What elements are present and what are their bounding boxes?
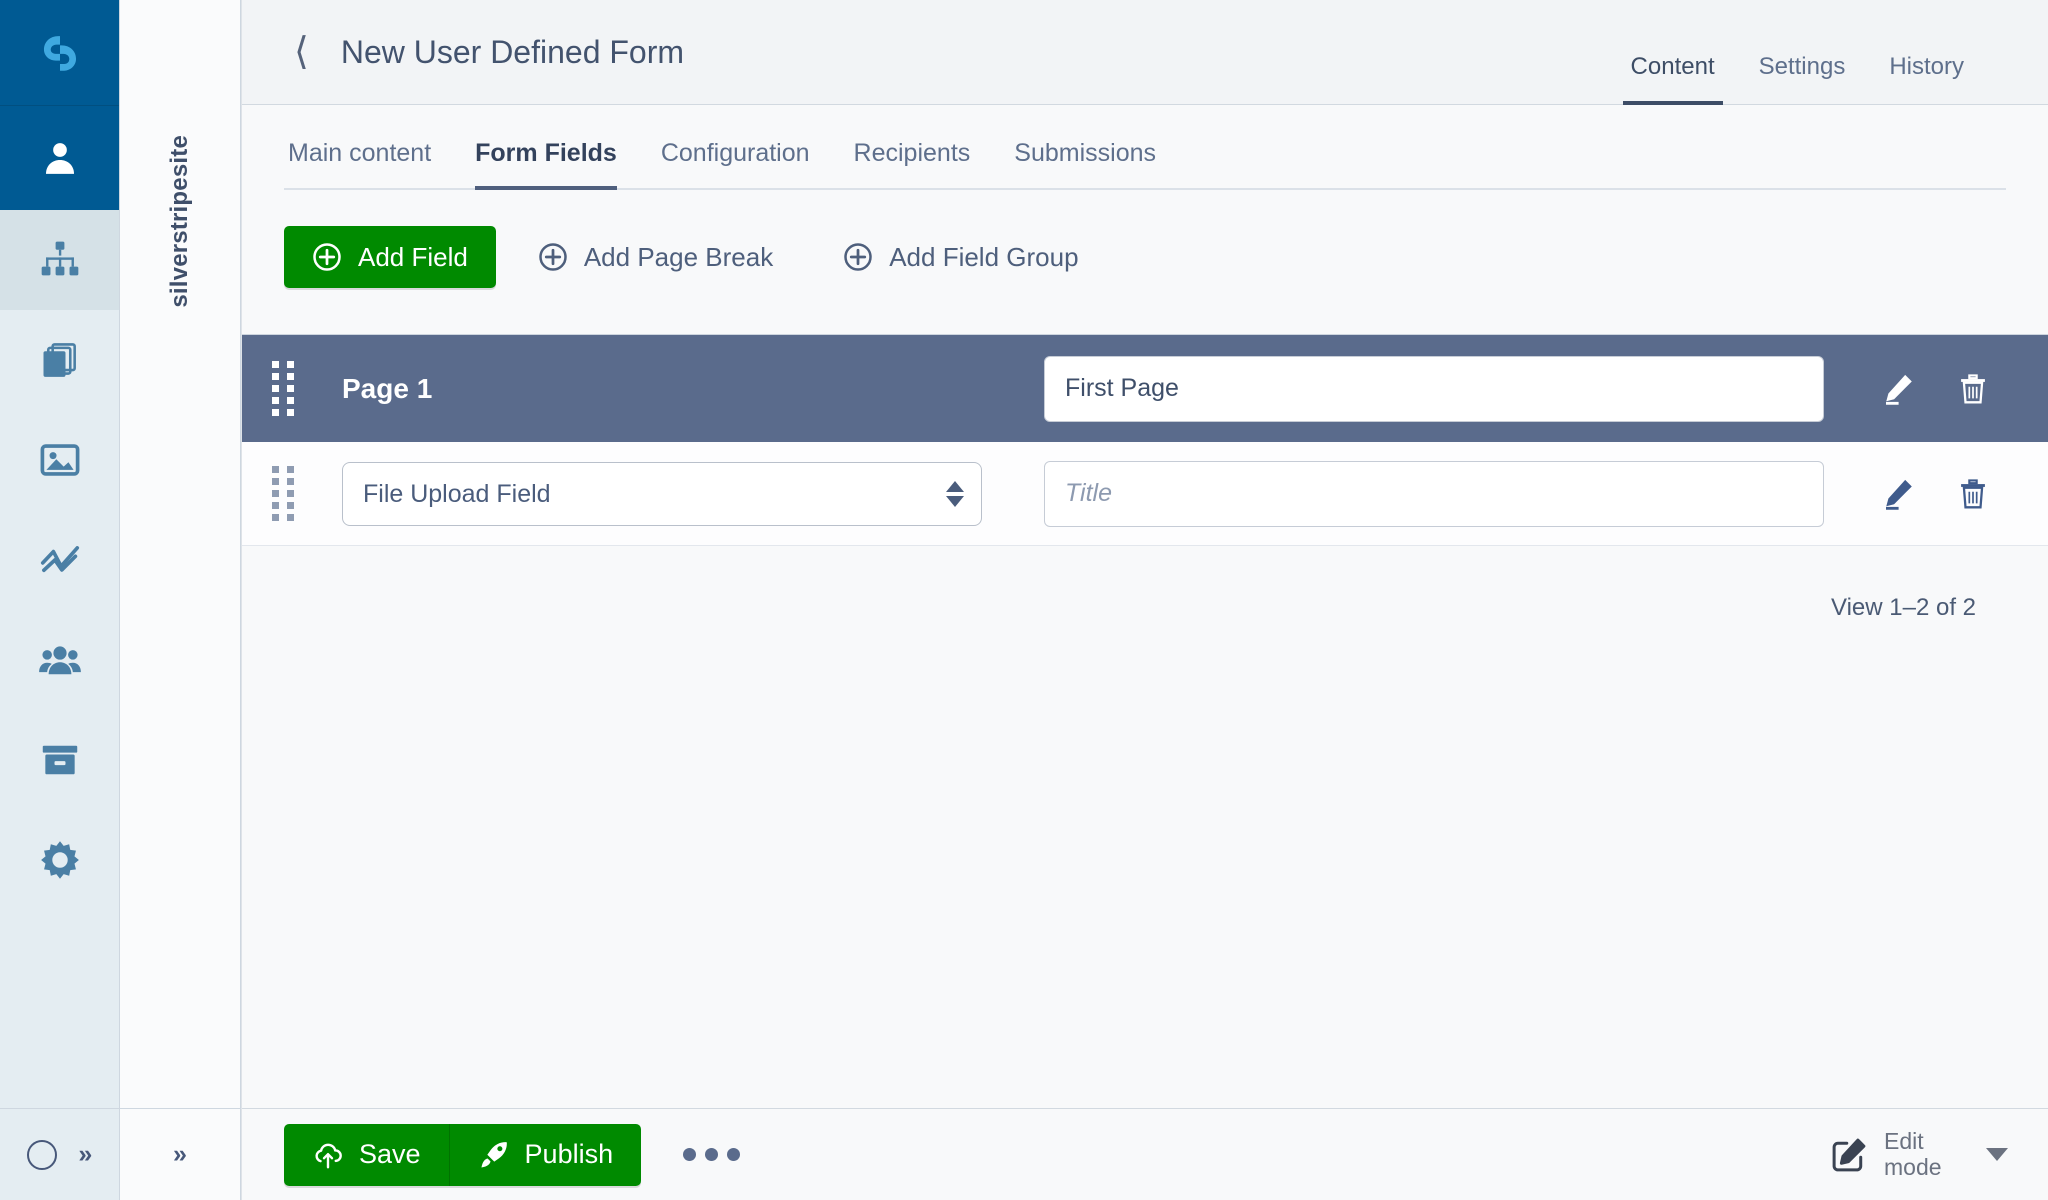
gear-icon xyxy=(38,838,82,882)
archive-box-icon xyxy=(38,738,82,782)
rocket-icon xyxy=(478,1139,510,1171)
cms-application: » silverstripesite » ⟨ New User Defined … xyxy=(0,0,2048,1200)
edit-mode-label: Edit mode xyxy=(1884,1129,1956,1181)
delete-field-button[interactable] xyxy=(1956,477,1990,511)
sub-tab-bar-wrap: Main content Form Fields Configuration R… xyxy=(242,105,2048,190)
trash-icon xyxy=(1956,372,1990,406)
tab-history[interactable]: History xyxy=(1867,55,1986,105)
bottom-toolbar: Save Publish Edit mode xyxy=(242,1108,2048,1200)
rail-expand-icon[interactable]: » xyxy=(78,1142,92,1167)
sidebar-item-reports[interactable] xyxy=(0,510,119,610)
edit-field-button[interactable] xyxy=(1880,476,1916,512)
users-icon xyxy=(38,638,82,682)
field-type-select[interactable]: File Upload Field xyxy=(342,462,982,526)
save-button[interactable]: Save xyxy=(284,1124,449,1186)
trash-icon xyxy=(1956,477,1990,511)
main-panel: ⟨ New User Defined Form Content Settings… xyxy=(241,0,2048,1200)
add-page-break-label: Add Page Break xyxy=(584,242,773,273)
field-title-cell xyxy=(1044,461,1824,527)
site-tree-expand-icon[interactable]: » xyxy=(173,1142,187,1167)
brand-logo[interactable] xyxy=(0,0,119,105)
site-name-label: silverstripesite xyxy=(166,135,194,308)
field-actions-toolbar: Add Field Add Page Break Add Field Group xyxy=(242,190,2048,288)
page-row-label: Page 1 xyxy=(342,373,432,405)
field-type-cell: File Upload Field xyxy=(342,462,982,526)
add-field-group-label: Add Field Group xyxy=(889,242,1078,273)
tab-configuration[interactable]: Configuration xyxy=(639,141,832,188)
table-row: File Upload Field xyxy=(242,442,2048,546)
table-row: Page 1 xyxy=(242,334,2048,442)
pencil-icon xyxy=(1880,476,1916,512)
page-title-input[interactable] xyxy=(1044,356,1824,422)
tab-settings[interactable]: Settings xyxy=(1737,55,1868,105)
sidebar-item-pages[interactable] xyxy=(0,210,119,310)
chart-line-icon xyxy=(38,538,82,582)
sitemap-icon xyxy=(38,238,82,282)
save-publish-group: Save Publish xyxy=(284,1124,641,1186)
plus-circle-icon xyxy=(312,242,342,272)
image-icon xyxy=(38,438,82,482)
pencil-icon xyxy=(1880,371,1916,407)
site-tree-column: silverstripesite » xyxy=(120,0,241,1200)
sidebar-item-settings[interactable] xyxy=(0,810,119,910)
plus-circle-icon xyxy=(538,242,568,272)
sub-tab-bar: Main content Form Fields Configuration R… xyxy=(284,105,2006,190)
tab-main-content[interactable]: Main content xyxy=(284,141,453,188)
publish-label: Publish xyxy=(525,1139,614,1170)
page-row-actions xyxy=(1824,371,2048,407)
delete-page-button[interactable] xyxy=(1956,372,1990,406)
field-title-input[interactable] xyxy=(1044,461,1824,527)
field-row-actions xyxy=(1824,476,2048,512)
rail-profile-button[interactable] xyxy=(0,105,119,210)
back-button[interactable]: ⟨ xyxy=(284,29,319,75)
drag-handle-icon[interactable] xyxy=(260,469,306,519)
publish-button[interactable]: Publish xyxy=(449,1124,642,1186)
add-field-group-button[interactable]: Add Field Group xyxy=(815,226,1106,288)
sidebar-item-security[interactable] xyxy=(0,610,119,710)
rail-footer: » xyxy=(0,1108,119,1200)
page-title: New User Defined Form xyxy=(341,34,684,71)
add-field-button[interactable]: Add Field xyxy=(284,226,496,288)
tab-submissions[interactable]: Submissions xyxy=(992,141,1178,188)
sidebar-item-media[interactable] xyxy=(0,410,119,510)
rail-nav xyxy=(0,210,119,1108)
save-label: Save xyxy=(359,1139,421,1170)
tab-content[interactable]: Content xyxy=(1609,55,1737,105)
avatar[interactable] xyxy=(27,1140,57,1170)
site-column-footer: » xyxy=(120,1108,240,1200)
cloud-upload-icon xyxy=(312,1139,344,1171)
edit-mode-selector[interactable]: Edit mode xyxy=(1830,1129,2008,1181)
edit-square-icon xyxy=(1830,1136,1868,1174)
add-field-label: Add Field xyxy=(358,242,468,273)
plus-circle-icon xyxy=(843,242,873,272)
caret-down-icon[interactable] xyxy=(1986,1148,2008,1161)
tab-recipients[interactable]: Recipients xyxy=(832,141,993,188)
add-page-break-button[interactable]: Add Page Break xyxy=(510,226,801,288)
page-title-cell xyxy=(1044,356,1824,422)
pagination-summary: View 1–2 of 2 xyxy=(242,546,2048,622)
sidebar-item-archive[interactable] xyxy=(0,710,119,810)
icon-rail: » xyxy=(0,0,120,1200)
page-header: ⟨ New User Defined Form Content Settings… xyxy=(242,0,2048,105)
sidebar-item-files[interactable] xyxy=(0,310,119,410)
top-nav: Content Settings History xyxy=(1609,0,2048,105)
tab-form-fields[interactable]: Form Fields xyxy=(453,141,639,188)
form-fields-grid: Page 1 xyxy=(242,334,2048,622)
user-icon xyxy=(40,138,80,178)
drag-handle-icon[interactable] xyxy=(260,364,306,414)
files-icon xyxy=(38,338,82,382)
silverstripe-logo-icon xyxy=(33,26,87,80)
edit-page-button[interactable] xyxy=(1880,371,1916,407)
more-actions-button[interactable] xyxy=(683,1148,740,1161)
